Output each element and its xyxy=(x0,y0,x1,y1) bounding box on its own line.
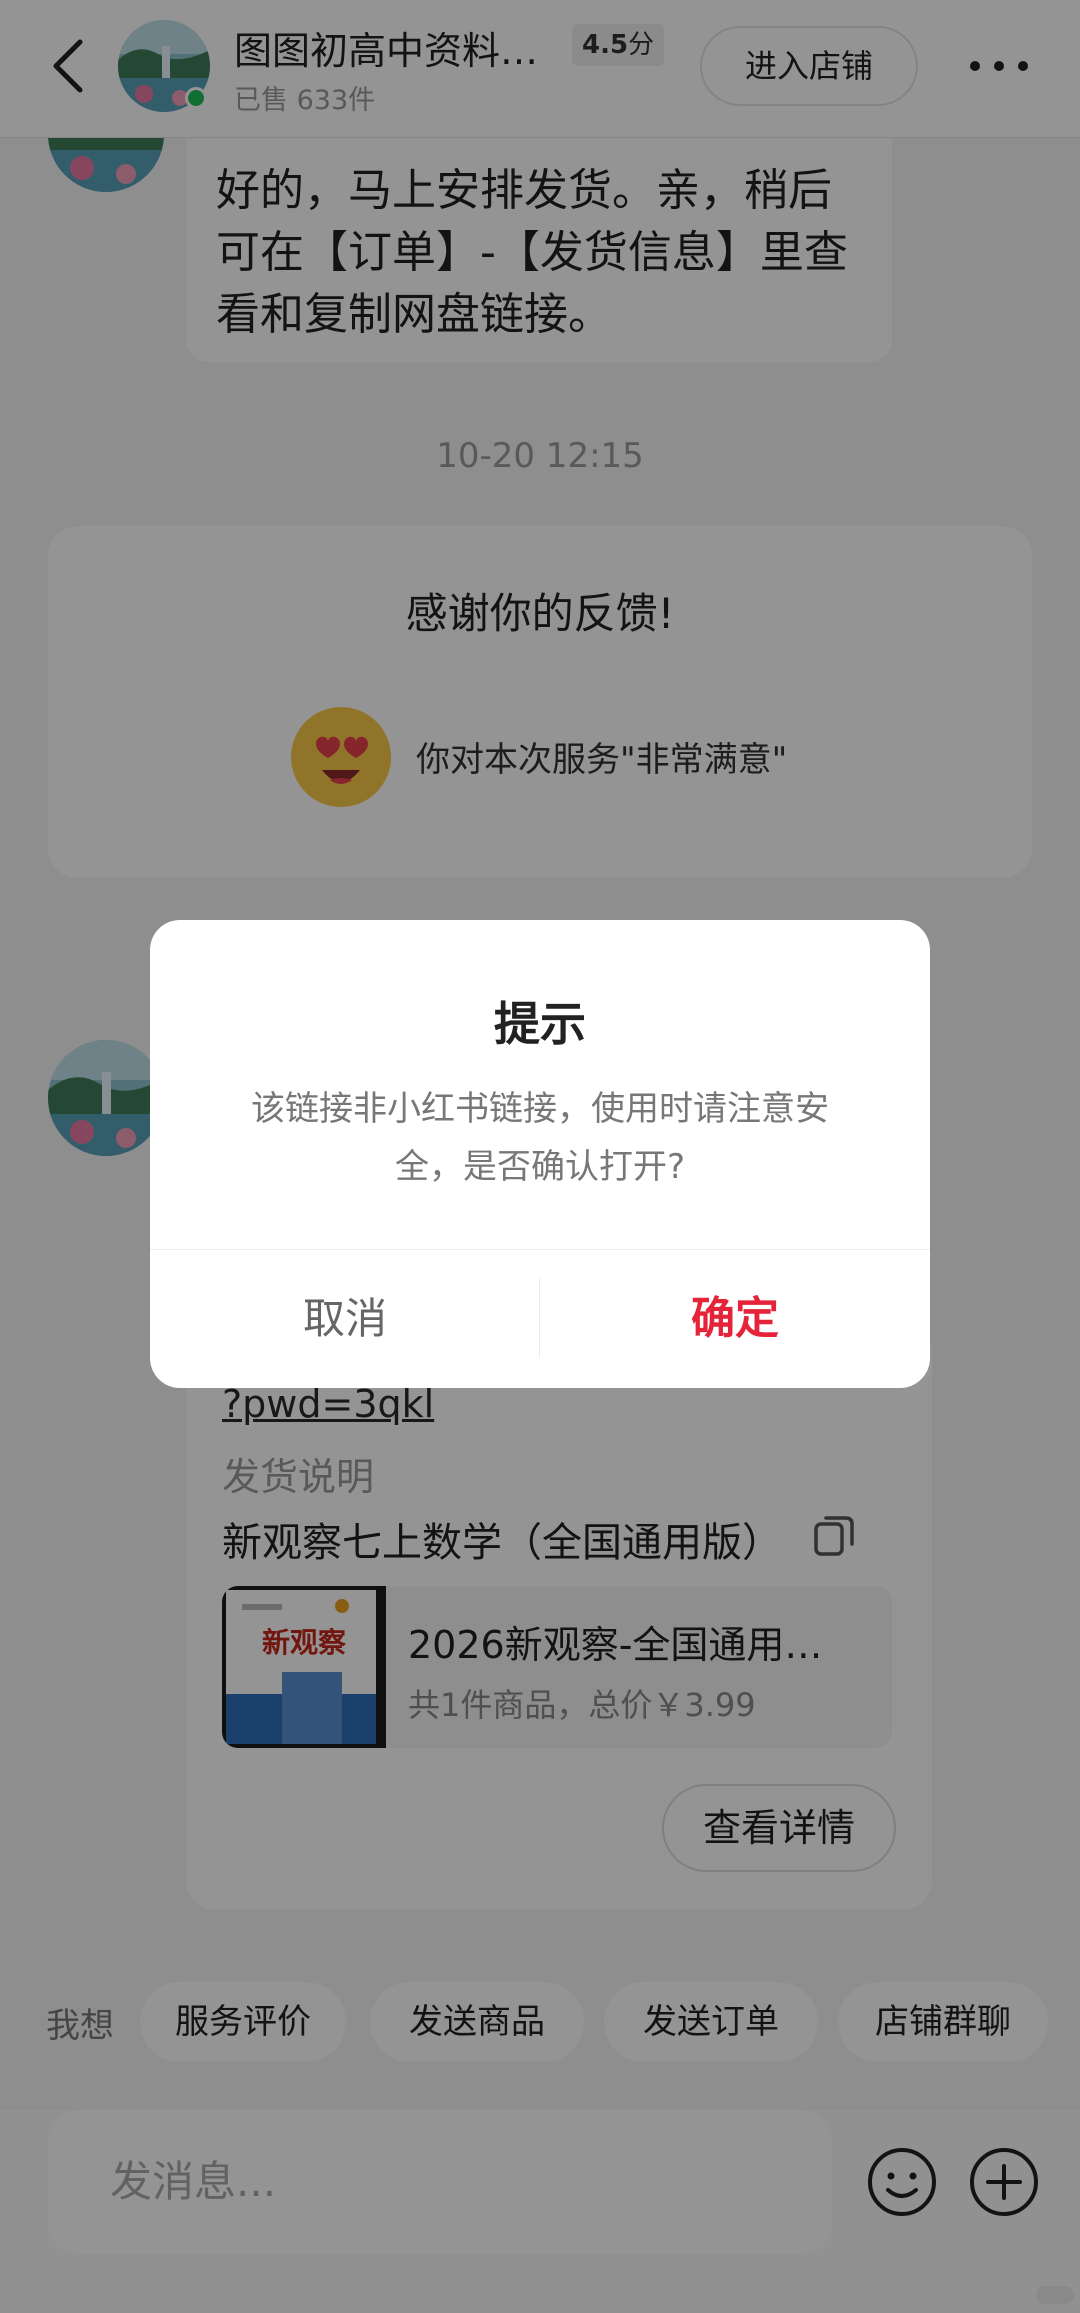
dialog-confirm-button[interactable]: 确定 xyxy=(540,1250,930,1388)
dialog-title: 提示 xyxy=(494,997,586,1051)
dialog-cancel-button[interactable]: 取消 xyxy=(150,1250,540,1388)
dialog-message: 该链接非小红书链接，使用时请注意安全，是否确认打开? xyxy=(251,1089,829,1187)
external-link-dialog: 提示 该链接非小红书链接，使用时请注意安全，是否确认打开? 取消 确定 xyxy=(150,920,930,1388)
